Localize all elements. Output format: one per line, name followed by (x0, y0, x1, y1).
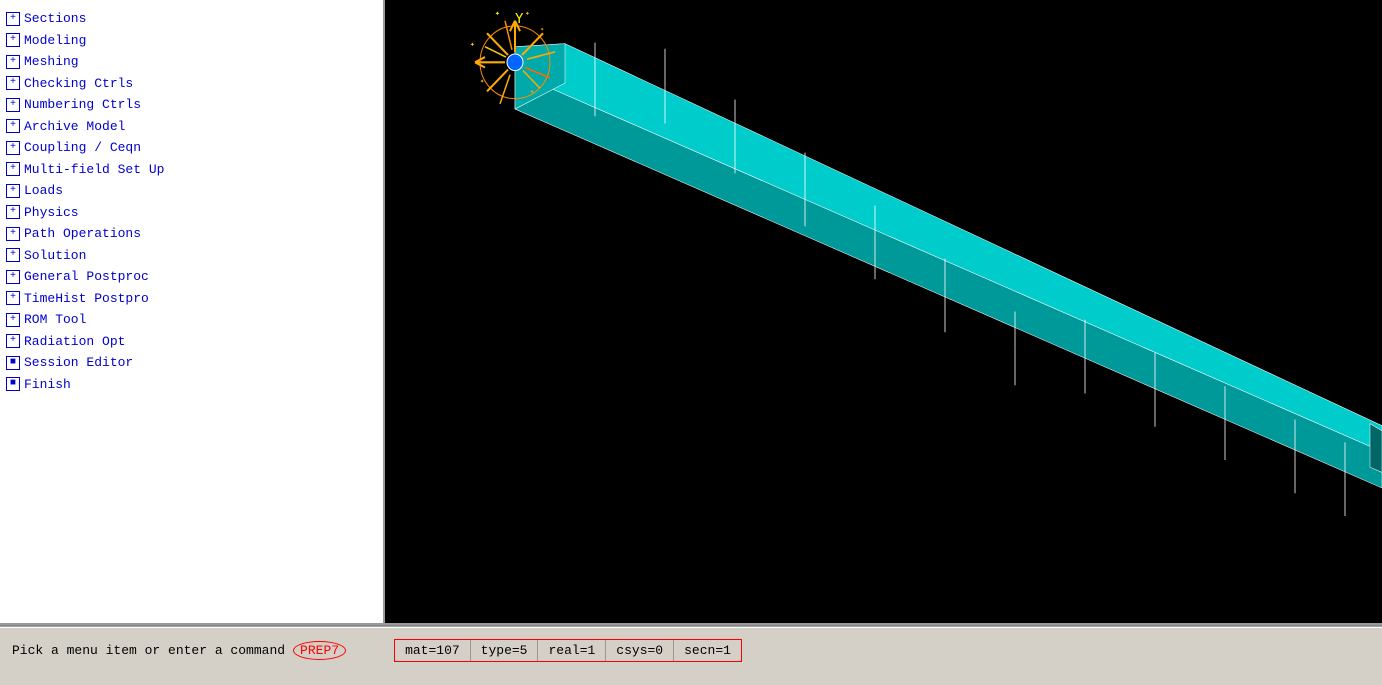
sidebar-label-timehist-postpro: TimeHist Postpro (24, 289, 149, 309)
sidebar-item-physics[interactable]: + Physics (4, 202, 379, 224)
expand-icon-loads: + (6, 184, 20, 198)
sidebar-label-modeling: Modeling (24, 31, 86, 51)
sidebar-label-general-postproc: General Postproc (24, 267, 149, 287)
expand-icon-checking-ctrls: + (6, 76, 20, 90)
sidebar-item-timehist-postpro[interactable]: + TimeHist Postpro (4, 288, 379, 310)
sidebar: + Sections + Modeling + Meshing + Checking Ctrl… (0, 0, 385, 623)
leaf-icon-finish: ■ (6, 377, 20, 391)
expand-icon-archive-model: + (6, 119, 20, 133)
sidebar-item-numbering-ctrls[interactable]: + Numbering Ctrls (4, 94, 379, 116)
sidebar-item-rom-tool[interactable]: + ROM Tool (4, 309, 379, 331)
sidebar-item-finish[interactable]: ■ Finish (4, 374, 379, 396)
sidebar-item-solution[interactable]: + Solution (4, 245, 379, 267)
expand-icon-timehist-postpro: + (6, 291, 20, 305)
expand-icon-path-operations: + (6, 227, 20, 241)
leaf-icon-session-editor: ■ (6, 356, 20, 370)
svg-text:✦: ✦ (540, 26, 545, 34)
expand-icon-modeling: + (6, 33, 20, 47)
sidebar-label-archive-model: Archive Model (24, 117, 125, 137)
expand-icon-physics: + (6, 205, 20, 219)
sidebar-label-loads: Loads (24, 181, 63, 201)
param-secn: secn=1 (674, 640, 741, 661)
sidebar-item-meshing[interactable]: + Meshing (4, 51, 379, 73)
sidebar-label-checking-ctrls: Checking Ctrls (24, 74, 133, 94)
svg-text:✦: ✦ (480, 78, 485, 86)
expand-icon-coupling-ceqn: + (6, 141, 20, 155)
expand-icon-sections: + (6, 12, 20, 26)
svg-text:✦: ✦ (525, 9, 530, 18)
expand-icon-numbering-ctrls: + (6, 98, 20, 112)
sidebar-label-physics: Physics (24, 203, 79, 223)
expand-icon-multi-field-setup: + (6, 162, 20, 176)
sidebar-item-checking-ctrls[interactable]: + Checking Ctrls (4, 73, 379, 95)
sidebar-label-meshing: Meshing (24, 52, 79, 72)
params-box: mat=107type=5real=1csys=0secn=1 (394, 639, 742, 662)
sidebar-label-multi-field-setup: Multi-field Set Up (24, 160, 164, 180)
param-csys: csys=0 (606, 640, 674, 661)
svg-text:✦: ✦ (495, 9, 500, 18)
param-type: type=5 (471, 640, 539, 661)
sidebar-label-rom-tool: ROM Tool (24, 310, 86, 330)
sidebar-item-session-editor[interactable]: ■ Session Editor (4, 352, 379, 374)
sidebar-item-path-operations[interactable]: + Path Operations (4, 223, 379, 245)
sidebar-label-numbering-ctrls: Numbering Ctrls (24, 95, 141, 115)
sidebar-label-radiation-opt: Radiation Opt (24, 332, 125, 352)
sidebar-item-coupling-ceqn[interactable]: + Coupling / Ceqn (4, 137, 379, 159)
sidebar-item-modeling[interactable]: + Modeling (4, 30, 379, 52)
param-mat: mat=107 (395, 640, 471, 661)
sidebar-label-coupling-ceqn: Coupling / Ceqn (24, 138, 141, 158)
sidebar-item-general-postproc[interactable]: + General Postproc (4, 266, 379, 288)
sidebar-item-radiation-opt[interactable]: + Radiation Opt (4, 331, 379, 353)
sidebar-label-solution: Solution (24, 246, 86, 266)
expand-icon-general-postproc: + (6, 270, 20, 284)
sidebar-item-archive-model[interactable]: + Archive Model (4, 116, 379, 138)
sidebar-item-multi-field-setup[interactable]: + Multi-field Set Up (4, 159, 379, 181)
main-area: + Sections + Modeling + Meshing + Checking Ctrl… (0, 0, 1382, 623)
sidebar-item-loads[interactable]: + Loads (4, 180, 379, 202)
command-prompt: Pick a menu item or enter a command (12, 643, 285, 658)
bottom-bar: Pick a menu item or enter a command PREP… (0, 623, 1382, 685)
param-real: real=1 (538, 640, 606, 661)
expand-icon-rom-tool: + (6, 313, 20, 327)
viewport: Y Y (385, 0, 1382, 623)
sidebar-label-sections: Sections (24, 9, 86, 29)
svg-text:✦: ✦ (470, 41, 475, 50)
expand-icon-solution: + (6, 248, 20, 262)
expand-icon-radiation-opt: + (6, 334, 20, 348)
sidebar-label-session-editor: Session Editor (24, 353, 133, 373)
beam-visualization: Y (385, 0, 1382, 623)
expand-icon-meshing: + (6, 55, 20, 69)
sidebar-label-path-operations: Path Operations (24, 224, 141, 244)
mode-badge: PREP7 (293, 641, 346, 660)
command-row: Pick a menu item or enter a command PREP… (0, 628, 1382, 672)
sidebar-label-finish: Finish (24, 375, 71, 395)
svg-text:✦: ✦ (530, 88, 535, 96)
sidebar-item-sections[interactable]: + Sections (4, 8, 379, 30)
